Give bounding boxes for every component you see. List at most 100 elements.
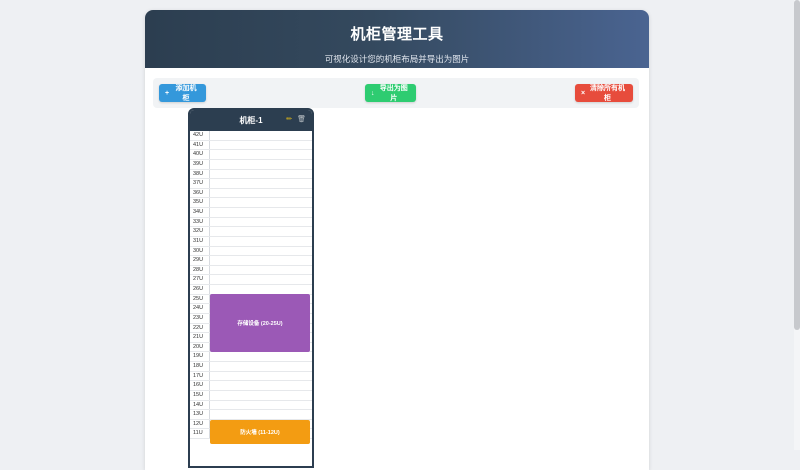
unit-row[interactable]: 34U <box>190 208 312 218</box>
unit-label: 41U <box>193 141 204 148</box>
unit-row[interactable]: 27U <box>190 275 312 285</box>
device-storage[interactable]: 存储设备 (20-25U) <box>210 294 310 352</box>
unit-row[interactable]: 42U <box>190 131 312 141</box>
unit-slot[interactable] <box>209 198 312 207</box>
unit-label: 16U <box>193 382 204 389</box>
unit-row[interactable]: 33U <box>190 217 312 228</box>
cabinet-title: 机柜-1 <box>239 116 263 125</box>
unit-row[interactable]: 38U <box>190 169 312 180</box>
unit-slot[interactable] <box>209 150 312 159</box>
unit-label: 21U <box>193 334 204 341</box>
unit-label: 37U <box>193 180 204 187</box>
unit-row[interactable]: 36U <box>190 188 312 199</box>
page-header: 机柜管理工具 可视化设计您的机柜布局并导出为图片 <box>145 10 649 68</box>
unit-label: 39U <box>193 160 204 167</box>
unit-row[interactable]: 17U <box>190 371 312 382</box>
unit-row[interactable]: 28U <box>190 265 312 276</box>
clear-all-label: 清除所有机柜 <box>590 85 626 102</box>
unit-label: 25U <box>193 295 204 302</box>
unit-row[interactable]: 16U <box>190 381 312 391</box>
unit-label: 30U <box>193 247 204 254</box>
cabinet-card: 机柜-1 ✏ 🗑 42U 41U 40U 39U 38U 37U 36U 35U… <box>188 108 314 468</box>
unit-row[interactable]: 29U <box>190 256 312 266</box>
unit-row[interactable]: 35U <box>190 198 312 208</box>
unit-slot[interactable] <box>209 169 312 179</box>
page-scrollbar[interactable] <box>794 0 800 450</box>
unit-label: 29U <box>193 257 204 264</box>
unit-label: 23U <box>193 314 204 321</box>
close-icon: × <box>581 89 586 97</box>
device-firewall[interactable]: 防火墙 (11-12U) <box>210 420 310 444</box>
unit-slot[interactable] <box>209 410 312 419</box>
unit-slot[interactable] <box>209 140 312 150</box>
unit-slot[interactable] <box>209 275 312 284</box>
unit-label: 18U <box>193 363 204 369</box>
unit-label: 20U <box>193 343 204 350</box>
unit-slot[interactable] <box>209 265 312 275</box>
unit-label: 22U <box>193 324 204 331</box>
plus-icon: + <box>165 89 170 97</box>
unit-label: 36U <box>193 189 204 196</box>
unit-slot[interactable] <box>209 131 312 140</box>
unit-slot[interactable] <box>209 362 312 371</box>
unit-label: 28U <box>193 266 204 273</box>
unit-slot[interactable] <box>209 179 312 188</box>
unit-label: 40U <box>193 151 204 158</box>
unit-slot[interactable] <box>209 188 312 198</box>
unit-row[interactable]: 15U <box>190 390 312 401</box>
unit-label: 38U <box>193 170 204 177</box>
unit-row[interactable]: 40U <box>190 150 312 160</box>
unit-label: 31U <box>193 237 204 244</box>
export-image-label: 导出为图片 <box>379 85 408 102</box>
unit-slot[interactable] <box>209 400 312 410</box>
unit-row[interactable]: 13U <box>190 410 312 420</box>
toolbar: + 添加机柜 ↓ 导出为图片 × 清除所有机柜 <box>153 78 639 108</box>
unit-label: 14U <box>193 401 204 408</box>
scrollbar-thumb[interactable] <box>794 0 800 330</box>
clear-all-cabinets-button[interactable]: × 清除所有机柜 <box>575 84 633 102</box>
download-icon: ↓ <box>371 89 375 97</box>
unit-slot[interactable] <box>209 371 312 381</box>
unit-label: 27U <box>193 276 204 283</box>
unit-slot[interactable] <box>209 159 312 169</box>
cabinet-units: 42U 41U 40U 39U 38U 37U 36U 35U 34U 33U … <box>190 131 312 444</box>
unit-label: 11U <box>193 430 203 437</box>
unit-slot[interactable] <box>209 217 312 227</box>
unit-row[interactable]: 37U <box>190 179 312 189</box>
unit-row[interactable]: 30U <box>190 246 312 257</box>
unit-label: 15U <box>193 391 204 398</box>
unit-row[interactable]: 14U <box>190 400 312 411</box>
unit-slot[interactable] <box>209 256 312 265</box>
unit-row[interactable]: 39U <box>190 159 312 170</box>
unit-label: 34U <box>193 209 204 215</box>
unit-slot[interactable] <box>209 390 312 400</box>
unit-label: 19U <box>193 353 204 360</box>
unit-row[interactable]: 31U <box>190 236 312 247</box>
unit-slot[interactable] <box>209 352 312 361</box>
add-cabinet-button[interactable]: + 添加机柜 <box>159 84 206 102</box>
unit-label: 42U <box>193 132 204 138</box>
unit-slot[interactable] <box>209 285 312 294</box>
cabinet-header: 机柜-1 ✏ 🗑 <box>190 110 312 131</box>
page-title: 机柜管理工具 <box>350 26 444 43</box>
unit-label: 12U <box>193 420 204 427</box>
unit-label: 13U <box>193 411 204 418</box>
unit-slot[interactable] <box>209 236 312 246</box>
export-image-button[interactable]: ↓ 导出为图片 <box>365 84 416 102</box>
unit-row[interactable]: 32U <box>190 227 312 237</box>
unit-row[interactable]: 18U <box>190 362 312 372</box>
add-cabinet-label: 添加机柜 <box>175 85 197 102</box>
unit-slot[interactable] <box>209 381 312 390</box>
unit-slot[interactable] <box>209 246 312 256</box>
unit-label: 26U <box>193 286 204 292</box>
unit-row[interactable]: 41U <box>190 140 312 151</box>
unit-slot[interactable] <box>209 208 312 217</box>
trash-icon[interactable]: 🗑 <box>297 115 306 123</box>
unit-label: 17U <box>193 372 204 379</box>
unit-label: 32U <box>193 228 204 235</box>
pencil-icon[interactable]: ✏ <box>286 115 292 123</box>
page-subtitle: 可视化设计您的机柜布局并导出为图片 <box>324 54 470 64</box>
unit-slot[interactable] <box>209 227 312 236</box>
unit-label: 35U <box>193 199 204 206</box>
unit-row[interactable]: 19U <box>190 352 312 362</box>
